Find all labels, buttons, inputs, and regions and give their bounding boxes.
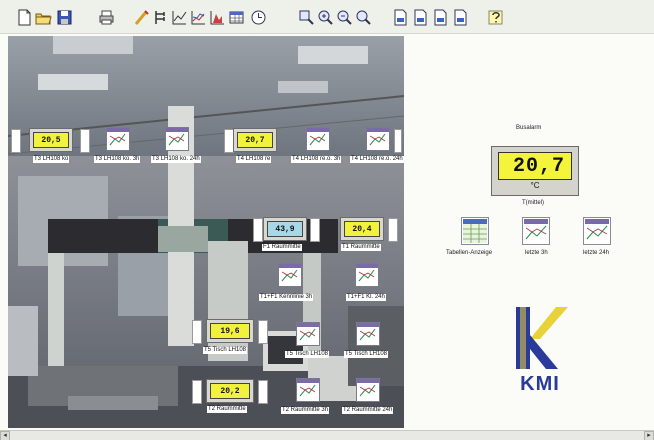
logo-text: KMI — [520, 373, 560, 395]
trend-chart-icon[interactable] — [106, 127, 130, 151]
doc-b-icon[interactable] — [412, 9, 429, 26]
trend-chart-icon[interactable] — [296, 378, 320, 402]
sensor-label: T3 LH108 ko — [33, 156, 70, 163]
link-label: letzte 3h — [525, 250, 548, 256]
trend-chart-icon[interactable] — [165, 127, 189, 151]
trend-chart-icon[interactable] — [296, 322, 320, 346]
table-icon[interactable] — [228, 9, 245, 26]
trend-chart-icon[interactable] — [366, 127, 390, 151]
bar-chart-icon[interactable] — [209, 9, 226, 26]
main-unit: °C — [530, 181, 540, 190]
help-icon[interactable] — [487, 9, 504, 26]
print-icon[interactable] — [98, 9, 115, 26]
marker-tab — [253, 218, 263, 242]
zoom-fit-icon[interactable] — [355, 9, 372, 26]
main-temperature-display[interactable]: 20,7 °C — [491, 146, 579, 196]
sensor-value: 43,9 — [267, 221, 303, 237]
sensor-value: 20,7 — [237, 132, 273, 148]
horizontal-scrollbar[interactable]: ◂ ▸ — [0, 430, 654, 440]
trend-chart-icon[interactable] — [278, 263, 302, 287]
sensor-label: T5 Tisch LH108 — [203, 347, 248, 354]
new-file-icon[interactable] — [16, 9, 33, 26]
sensor-label: F1 Raummitte — [262, 244, 302, 251]
zoom-icon[interactable] — [298, 9, 315, 26]
trend-3h-icon[interactable] — [522, 217, 550, 245]
trend-chart-icon[interactable] — [306, 127, 330, 151]
marker-tab — [192, 380, 202, 404]
trend-label: T1+F1 Kl. 24h — [346, 294, 386, 301]
trend-chart-icon[interactable] — [355, 263, 379, 287]
trend-chart-icon[interactable] — [356, 322, 380, 346]
marker-tab — [11, 129, 21, 153]
app-window: 20,5 T3 LH108 ko 20,7 T4 LH108 re 43,9 F… — [0, 0, 654, 440]
trend-label: T1+F1 Kennlinie 3h — [259, 294, 314, 301]
kmi-logo-mark — [516, 307, 568, 369]
sensor-display-t1[interactable]: 20,4 — [340, 217, 384, 241]
open-folder-icon[interactable] — [35, 9, 52, 26]
toolbar — [0, 0, 654, 34]
save-icon[interactable] — [56, 9, 73, 26]
doc-a-icon[interactable] — [392, 9, 409, 26]
table-view-icon[interactable] — [461, 217, 489, 245]
alarm-label: Busalarm — [516, 125, 542, 131]
main-value: 20,7 — [498, 152, 572, 180]
line-chart-icon[interactable] — [171, 9, 188, 26]
marker-tab — [192, 320, 202, 344]
scroll-right-icon[interactable]: ▸ — [644, 431, 654, 440]
tree-icon[interactable] — [152, 9, 169, 26]
sensor-label: T1 Raummitte — [341, 244, 381, 251]
marker-tab — [258, 380, 268, 404]
doc-d-icon[interactable] — [452, 9, 469, 26]
trend-24h-icon[interactable] — [583, 217, 611, 245]
sensor-label: T4 LH108 re — [236, 156, 272, 163]
sensor-display-t4[interactable]: 20,7 — [233, 128, 277, 152]
sensor-value: 19,6 — [210, 323, 250, 339]
clock-icon[interactable] — [250, 9, 267, 26]
link-label: Tabellen-Anzeige — [446, 250, 493, 256]
scroll-left-icon[interactable]: ◂ — [0, 431, 10, 440]
zoom-out-icon[interactable] — [336, 9, 353, 26]
trend-label: T4 LH108 re.o. 24h — [350, 156, 404, 163]
trend-label: T5 Tisch LH108 — [344, 351, 389, 358]
trend-label: T2 Raummitte 3h — [281, 407, 330, 414]
marker-tab — [80, 129, 90, 153]
trend-label: T4 LH108 re.o. 3h — [291, 156, 342, 163]
sensor-display-f1[interactable]: 43,9 — [263, 217, 307, 241]
sensor-display-t5[interactable]: 19,6 — [206, 319, 254, 343]
marker-tab — [388, 218, 398, 242]
marker-tab — [258, 320, 268, 344]
marker-tab — [310, 218, 320, 242]
link-label: letzte 24h — [583, 250, 610, 256]
area-chart-icon[interactable] — [190, 9, 207, 26]
sensor-display-t2[interactable]: 20,2 — [206, 379, 254, 403]
trend-label: T5 Tisch LH108 — [285, 351, 330, 358]
sensor-value: 20,5 — [33, 132, 69, 148]
sensor-display-t3[interactable]: 20,5 — [29, 128, 73, 152]
trend-label: T2 Raummitte 24h — [342, 407, 394, 414]
trend-label: T3 LH108 ko. 3h — [94, 156, 141, 163]
sensor-value: 20,4 — [344, 221, 380, 237]
marker-tab — [394, 129, 402, 153]
zoom-in-icon[interactable] — [317, 9, 334, 26]
main-label: T(mittel) — [522, 200, 544, 206]
sensor-label: T2 Raummitte — [207, 406, 247, 413]
trend-chart-icon[interactable] — [356, 378, 380, 402]
wand-icon[interactable] — [133, 9, 150, 26]
kmi-logo: KMI — [510, 305, 570, 401]
doc-c-icon[interactable] — [432, 9, 449, 26]
trend-label: T3 LH108 ko. 24h — [151, 156, 201, 163]
sensor-value: 20,2 — [210, 383, 250, 399]
